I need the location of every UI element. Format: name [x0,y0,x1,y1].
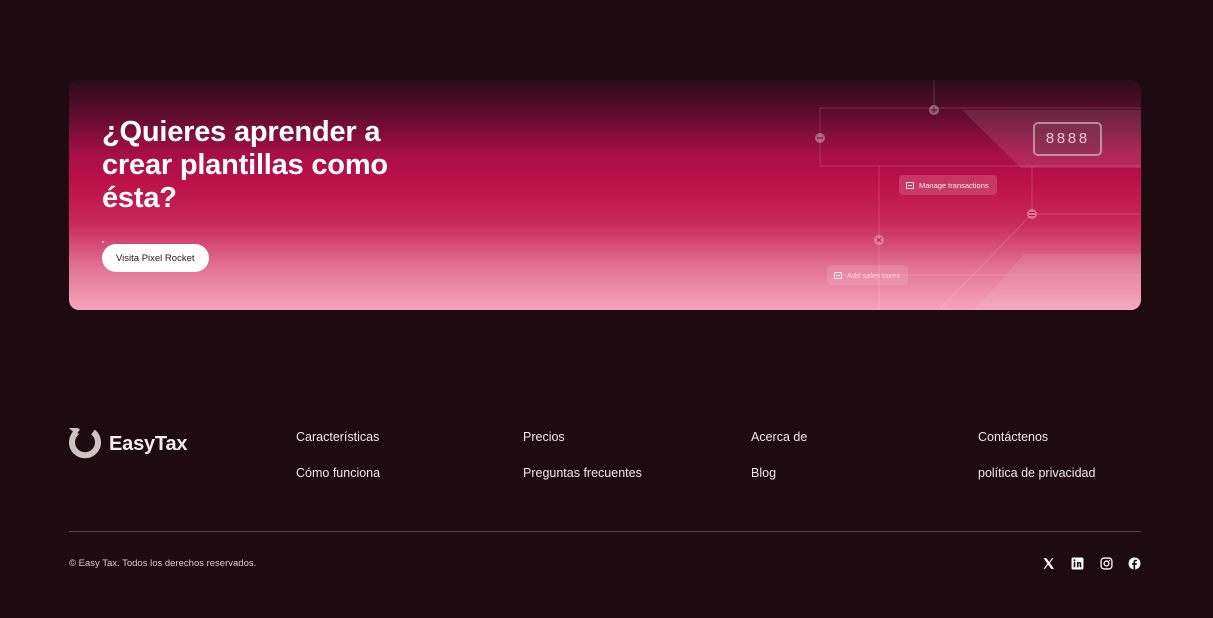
footer-link-acerca-de[interactable]: Acerca de [751,430,807,444]
copyright-text: © Easy Tax. Todos los derechos reservado… [69,558,257,569]
visit-pixel-rocket-button[interactable]: Visita Pixel Rocket [102,244,209,272]
times-node-icon [874,235,884,245]
decorative-dot [102,241,104,243]
footer-link-politica-privacidad[interactable]: política de privacidad [978,466,1095,480]
add-sales-taxes-label: Add sales taxes [847,270,900,280]
brand-logo[interactable]: EasyTax [69,428,187,460]
tax-icon [834,271,842,279]
minus-node-icon [815,133,825,143]
footer-link-precios[interactable]: Precios [523,430,565,444]
footer-link-caracteristicas[interactable]: Características [296,430,379,444]
footer-link-como-funciona[interactable]: Cómo funciona [296,466,380,480]
add-sales-taxes-chip: Add sales taxes [827,265,908,285]
banner-heading: ¿Quieres aprender a crear plantillas com… [102,116,388,214]
footer-link-preguntas-frecuentes[interactable]: Preguntas frecuentes [523,466,642,480]
linkedin-icon[interactable] [1069,555,1085,571]
facebook-icon[interactable] [1126,555,1142,571]
manage-transactions-chip: Manage transactions [899,175,997,195]
equals-node-icon [1027,209,1037,219]
transactions-icon [906,181,914,189]
footer-divider [69,531,1141,532]
cta-banner: 8888 Manage transactions Add sales taxes… [69,80,1141,310]
easytax-logo-icon [69,428,101,459]
footer-link-contactenos[interactable]: Contáctenos [978,430,1048,444]
footer-link-blog[interactable]: Blog [751,466,776,480]
digit-display: 8888 [1033,122,1102,156]
x-icon[interactable] [1040,555,1056,571]
page: 8888 Manage transactions Add sales taxes… [0,0,1213,618]
instagram-icon[interactable] [1098,555,1114,571]
plus-node-icon [929,105,939,115]
manage-transactions-label: Manage transactions [919,180,989,190]
brand-name: EasyTax [109,432,188,455]
